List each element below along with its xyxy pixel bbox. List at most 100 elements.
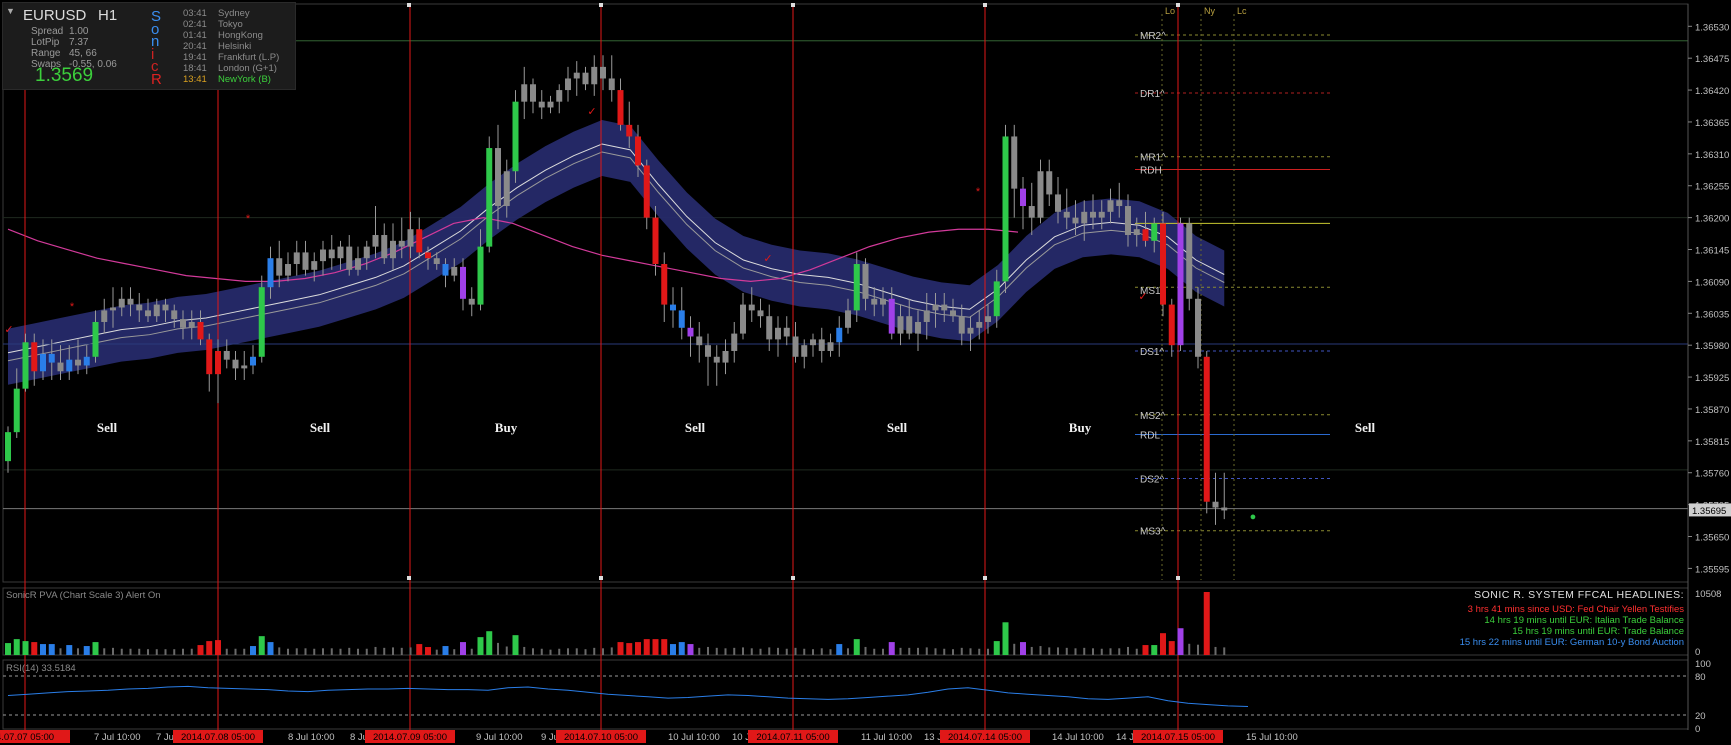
volume-bar (66, 645, 73, 655)
candle-body (696, 336, 703, 346)
volume-bar (882, 648, 884, 655)
session-name: Tokyo (218, 19, 243, 30)
volume-bar (1168, 641, 1175, 655)
volume-bar (794, 647, 797, 655)
candle-body (626, 124, 633, 137)
volume-bar (785, 648, 788, 655)
volume-bar (1203, 592, 1210, 655)
signal-mark-icon: * (70, 301, 75, 313)
pivot-label: DR1^ (1140, 89, 1165, 100)
menu-arrow-icon[interactable]: ▼ (6, 6, 15, 16)
headline-item: 15 hrs 19 mins until EUR: Trade Balance (1512, 626, 1684, 637)
candle-body (110, 307, 116, 311)
candle-body (608, 78, 615, 91)
candle-body (416, 229, 423, 253)
candle-body (460, 266, 466, 299)
session-name: HongKong (218, 30, 263, 41)
candle-body (197, 321, 204, 340)
volume-bar (477, 637, 484, 655)
time-tick-label: 10 Jul 10:00 (668, 732, 720, 743)
volume-bar (1074, 648, 1077, 655)
volume-bar (707, 646, 709, 655)
candle-body (1072, 217, 1079, 224)
pivot-label: RDH (1140, 166, 1162, 177)
volume-bar (540, 648, 543, 655)
candle-body (670, 304, 676, 311)
price-tick-label: 1.36365 (1695, 118, 1729, 129)
volume-bar (617, 642, 624, 655)
candle-body (258, 287, 265, 357)
volume-bar (59, 648, 62, 655)
candle-body (223, 350, 230, 360)
timeframe-label: H1 (98, 7, 118, 24)
candle-body (766, 316, 773, 340)
candle-body (267, 258, 274, 288)
volume-bar (295, 648, 298, 655)
candle-body (652, 217, 659, 265)
info-value: 1.00 (69, 26, 89, 37)
volume-bar (635, 642, 641, 655)
candle-body (442, 264, 449, 276)
price-tick-label: 1.36200 (1695, 214, 1729, 225)
time-tick-label: 2014.07.15 05:00 (1141, 732, 1215, 743)
volume-bar (278, 647, 281, 655)
session-row: 19:41 Frankfurt (L.P) (183, 52, 279, 63)
trade-signal-label: Sell (887, 420, 908, 435)
candle-body (398, 240, 405, 247)
candle-body (862, 264, 869, 299)
candle-body (477, 246, 484, 305)
candle-body (1168, 304, 1175, 346)
candle-body (617, 90, 624, 125)
volume-bar (715, 647, 718, 655)
volume-bar (138, 648, 141, 655)
volume-bar (733, 647, 736, 655)
signal-mark-icon: * (246, 213, 251, 225)
candle-body (757, 310, 764, 317)
separator-handle (983, 3, 987, 7)
candle-body (731, 333, 738, 351)
volume-bar (567, 648, 569, 655)
session-marker: Lc (1237, 6, 1247, 16)
session-row: 13:41 NewYork (B) (183, 74, 271, 85)
volume-bar (453, 649, 456, 655)
volume-bar (1020, 642, 1026, 655)
candle-body (512, 101, 519, 172)
candle-body (118, 298, 125, 308)
candle-body (206, 339, 213, 375)
volume-bar (864, 646, 867, 655)
session-row: 03:41 Sydney (183, 8, 250, 19)
candle-body (302, 252, 309, 270)
volume-bar (750, 648, 753, 655)
volume-bar (190, 648, 193, 655)
candle-body (958, 316, 965, 334)
volume-bar (899, 647, 902, 655)
candle-body (1037, 171, 1044, 218)
volume-bar (1048, 647, 1051, 655)
volume-bar (532, 648, 534, 655)
time-tick-label: 4.07.07 05:00 (0, 732, 54, 743)
signal-mark-icon: * (976, 186, 981, 198)
candle-body (22, 342, 29, 389)
separator-handle (599, 3, 603, 7)
separator-handle (407, 576, 411, 580)
candle-body (1055, 194, 1061, 212)
volume-bar (147, 649, 149, 655)
volume-bar (383, 647, 386, 655)
volume-bar (678, 642, 685, 655)
volume-bar (652, 639, 659, 655)
candle-body (153, 304, 160, 317)
price-tick-label: 1.35595 (1695, 564, 1729, 575)
candle-body (1151, 223, 1158, 241)
volume-bar (250, 646, 256, 655)
signal-mark-icon: ✓ (4, 324, 13, 336)
candle-body (495, 148, 501, 207)
volume-bar (943, 648, 946, 655)
volume-bar (626, 643, 633, 655)
volume-bar (523, 646, 526, 655)
candle-body (328, 249, 335, 259)
candle-body (1081, 211, 1088, 224)
candle-body (801, 345, 808, 357)
signal-mark-icon: ✓ (587, 106, 596, 118)
volume-bar (497, 642, 499, 655)
time-tick-label: 2014.07.10 05:00 (564, 732, 638, 743)
